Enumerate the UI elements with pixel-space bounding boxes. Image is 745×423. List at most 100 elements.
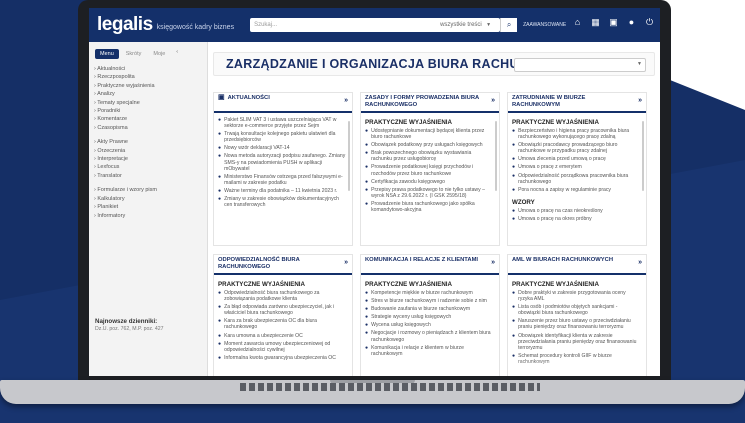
power-icon[interactable]: ⏻ — [645, 18, 654, 27]
list-item[interactable]: ● Nowa metoda autoryzacji podpisu zaufane… — [218, 153, 346, 171]
search-input[interactable]: Szukaj... — [254, 22, 277, 28]
sidebar-item[interactable]: › Akty Prawne — [94, 138, 207, 146]
title-row: ZARZĄDZANIE I ORGANIZACJA BIURA RACHUNKO… — [213, 52, 655, 76]
list-item[interactable]: ● Negocjacje i rozmowy o pieniądzach z kl… — [365, 330, 493, 342]
laptop-keyboard — [240, 383, 540, 391]
list-item[interactable]: ● Wycena usług księgowych — [365, 322, 493, 328]
list-item[interactable]: ● Obowiązki pracodawcy prowadzącego biuro… — [512, 142, 640, 154]
top-icons: ⌂ ▦ ▣ ● ⏻ — [573, 18, 654, 27]
sidebar-item[interactable]: › Kalkulatory — [94, 195, 207, 203]
sidebar: Menu Skróty Moje ‹ › Aktualności › Rzecz… — [89, 42, 208, 376]
list-item[interactable]: ● Zmiany w zakresie obowiązków dokumentac… — [218, 196, 346, 208]
list-item[interactable]: ● Nowy wzór deklaracji VAT-14 — [218, 145, 346, 151]
card-client-relations: KOMUNIKACJA I RELACJE Z KLIENTAMI » PRAK… — [360, 254, 500, 376]
sidebar-item[interactable]: › Formularze i wzory pism — [94, 186, 207, 194]
list-item[interactable]: ● Kara umowna a ubezpieczenie OC — [218, 333, 346, 339]
list-item[interactable]: ● Brak powszechnego obowiązku wystawiania… — [365, 150, 493, 162]
card-aml: AML W BIURACH RACHUNKOWYCH » PRAKTYCZNE … — [507, 254, 647, 376]
chevron-right-icon[interactable]: » — [638, 259, 642, 266]
list-item[interactable]: ● Trwają konsultacje kolejnego pakietu uł… — [218, 131, 346, 143]
list-item[interactable]: ● Budowanie zaufania w biurze rachunkowym — [365, 306, 493, 312]
card-header[interactable]: KOMUNIKACJA I RELACJE Z KLIENTAMI » — [361, 255, 499, 275]
list-item[interactable]: ● Komunikacja i relacje z klientem w biur… — [365, 345, 493, 357]
logo[interactable]: legalis — [97, 14, 153, 36]
sidebar-item[interactable]: › Poradniki — [94, 107, 207, 115]
card-title: ODPOWIEDZIALNOŚĆ BIURA RACHUNKOWEGO — [218, 257, 300, 270]
topic-select[interactable]: ▼ — [514, 58, 646, 72]
section-heading: PRAKTYCZNE WYJAŚNIENIA — [512, 281, 599, 288]
list-item[interactable]: ● Obowiązek podatkowy przy usługach księg… — [365, 142, 493, 148]
sidebar-item[interactable]: › Orzeczenia — [94, 147, 207, 155]
collapse-icon[interactable]: ‹ — [176, 49, 178, 59]
chevron-right-icon[interactable]: » — [344, 259, 348, 266]
main-content: ZARZĄDZANIE I ORGANIZACJA BIURA RACHUNKO… — [208, 42, 660, 376]
list-item[interactable]: ● Kompetencje miękkie w biurze rachunkowy… — [365, 290, 493, 296]
scrollbar[interactable] — [348, 121, 350, 191]
sidebar-item[interactable]: › Interpretacje — [94, 155, 207, 163]
home-icon[interactable]: ⌂ — [573, 18, 582, 27]
list-item[interactable]: ● Prowadzenie biura rachunkowego jako spó… — [365, 201, 493, 213]
sidebar-item[interactable]: › Translator — [94, 172, 207, 180]
sidebar-item[interactable]: › Praktyczne wyjaśnienia — [94, 82, 207, 90]
sidebar-item[interactable]: › Czasopisma — [94, 124, 207, 132]
chevron-right-icon[interactable]: » — [344, 97, 348, 104]
card-header[interactable]: ZATRUDNIANIE W BIURZE RACHUNKOWYM » — [508, 93, 646, 113]
briefcase-icon[interactable]: ▣ — [609, 18, 618, 27]
list-item[interactable]: ● Przepisy prawa podatkowego to nie tylko… — [365, 187, 493, 199]
chevron-right-icon[interactable]: » — [491, 97, 495, 104]
list-item[interactable]: ● Odpowiedzialność porządkowa pracownika … — [512, 173, 640, 185]
chevron-right-icon[interactable]: » — [638, 97, 642, 104]
list-item[interactable]: ● Umowa o pracę na okres próbny — [512, 216, 640, 222]
advanced-search-link[interactable]: ZAAWANSOWANE — [523, 22, 566, 28]
list-item[interactable]: ● Certyfikacja zawodu księgowego — [365, 179, 493, 185]
latest-journals-value[interactable]: Dz.U. poz. 762, M.P. poz. 427 — [95, 326, 201, 332]
scrollbar[interactable] — [642, 121, 644, 191]
calendar-icon[interactable]: ▦ — [591, 18, 600, 27]
list-item[interactable]: ● Lista osób i podmiotów objętych sankcja… — [512, 304, 640, 316]
section-heading: PRAKTYCZNE WYJAŚNIENIA — [218, 281, 305, 288]
list-item[interactable]: ● Za błąd odpowiada zarówno ubezpieczycie… — [218, 304, 346, 316]
list-item[interactable]: ● Kara za brak ubezpieczenia OC dla biura… — [218, 318, 346, 330]
list-item[interactable]: ● Umowa zlecenia przed umową o pracę — [512, 156, 640, 162]
tab-shortcuts[interactable]: Skróty — [121, 49, 147, 59]
card-header[interactable]: ZASADY I FORMY PROWADZENIA BIURA RACHUNK… — [361, 93, 499, 113]
list-item[interactable]: ● Pakiet SLIM VAT 3 i ustawa uszczelniają… — [218, 117, 346, 129]
tab-mine[interactable]: Moje — [148, 49, 170, 59]
list-item[interactable]: ● Ważne terminy dla podatnika – 11 kwietn… — [218, 188, 346, 194]
scrollbar[interactable] — [495, 121, 497, 191]
chevron-down-icon: ▼ — [637, 61, 642, 67]
list-item[interactable]: ● Umowa o pracę z emerytem — [512, 164, 640, 170]
sidebar-item[interactable]: › Rzeczpospolita — [94, 73, 207, 81]
card-header[interactable]: AML W BIURACH RACHUNKOWYCH » — [508, 255, 646, 275]
list-item[interactable]: ● Bezpieczeństwo i higiena pracy pracowni… — [512, 128, 640, 140]
list-item[interactable]: ● Moment zawarcia umowy ubezpieczeniowej … — [218, 341, 346, 353]
list-item[interactable]: ● Naruszenie przez biuro ustawy o przeciw… — [512, 318, 640, 330]
list-item[interactable]: ● Obowiązek identyfikacji klienta w zakre… — [512, 333, 640, 351]
list-item[interactable]: ● Pora nocna a zapisy w regulaminie pracy — [512, 187, 640, 193]
list-item[interactable]: ● Ministerstwo Finansów ostrzega przed fa… — [218, 174, 346, 186]
sidebar-item[interactable]: › Aktualności — [94, 65, 207, 73]
sidebar-item[interactable]: › Lexfocus — [94, 163, 207, 171]
sidebar-item[interactable]: › Tematy specjalne — [94, 99, 207, 107]
list-item[interactable]: ● Odpowiedzialność biura rachunkowego za … — [218, 290, 346, 302]
search-box[interactable]: Szukaj... wszystkie treści ▼ — [250, 18, 501, 32]
list-item[interactable]: ● Stres w biurze rachunkowym i radzenie s… — [365, 298, 493, 304]
card-header[interactable]: ▣ AKTUALNOŚCI » — [214, 93, 352, 113]
list-item[interactable]: ● Prowadzenie podatkowej księgi przychodó… — [365, 164, 493, 176]
list-item[interactable]: ● Umowa o pracę na czas nieokreślony — [512, 208, 640, 214]
list-item[interactable]: ● Dobre praktyki w zakresie przygotowania… — [512, 290, 640, 302]
search-icon: ⌕ — [506, 20, 512, 29]
user-icon[interactable]: ● — [627, 18, 636, 27]
tab-menu[interactable]: Menu — [95, 49, 119, 59]
sidebar-item[interactable]: › Informatory — [94, 212, 207, 220]
section-heading: PRAKTYCZNE WYJAŚNIENIA — [365, 119, 452, 126]
sidebar-item[interactable]: › Planikiet — [94, 203, 207, 211]
search-button[interactable]: ⌕ — [500, 18, 518, 32]
chevron-right-icon[interactable]: » — [491, 259, 495, 266]
sidebar-item[interactable]: › Komentarze — [94, 115, 207, 123]
list-item[interactable]: ● Udostępnianie dokumentacji będącej klie… — [365, 128, 493, 140]
search-scope-select[interactable]: wszystkie treści — [440, 22, 482, 28]
card-header[interactable]: ODPOWIEDZIALNOŚĆ BIURA RACHUNKOWEGO » — [214, 255, 352, 275]
list-item[interactable]: ● Strategie wyceny usług księgowych — [365, 314, 493, 320]
sidebar-item[interactable]: › Analizy — [94, 90, 207, 98]
